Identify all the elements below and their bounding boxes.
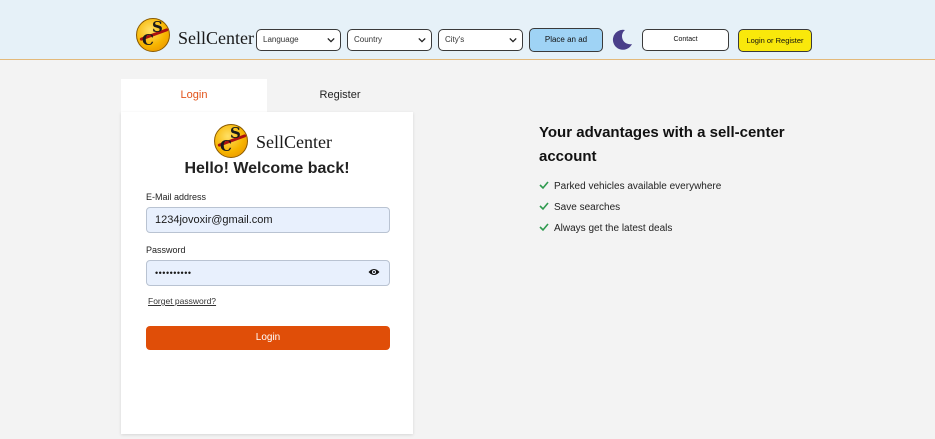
welcome-heading: Hello! Welcome back!	[184, 160, 350, 177]
check-icon	[539, 181, 549, 190]
top-header: S C SellCenter Language Country City's P…	[0, 0, 935, 60]
brand-name[interactable]: SellCenter	[178, 28, 254, 49]
moon-icon[interactable]	[610, 28, 634, 52]
form-brand-name: SellCenter	[256, 132, 332, 152]
password-label: Password	[146, 245, 186, 255]
login-submit-button[interactable]: Login	[146, 326, 390, 350]
contact-button[interactable]: Contact	[642, 29, 729, 51]
place-ad-button[interactable]: Place an ad	[529, 28, 603, 52]
country-select[interactable]: Country	[347, 29, 432, 51]
chevron-down-icon	[327, 37, 335, 43]
advantage-item: Save searches	[539, 201, 620, 215]
logo-icon[interactable]: S C	[136, 18, 170, 52]
login-register-button[interactable]: Login or Register	[738, 29, 812, 52]
advantages-title: Your advantages with a sell-center accou…	[539, 124, 785, 165]
check-icon	[539, 202, 549, 211]
form-logo-icon: S C	[214, 124, 248, 158]
chevron-down-icon	[509, 37, 517, 43]
check-icon	[539, 223, 549, 232]
email-label: E-Mail address	[146, 192, 207, 202]
password-field[interactable]: ••••••••••	[146, 260, 390, 286]
chevron-down-icon	[418, 37, 426, 43]
eye-icon[interactable]	[368, 267, 380, 277]
city-select[interactable]: City's	[438, 29, 523, 51]
tab-register[interactable]: Register	[267, 79, 413, 112]
tab-login[interactable]: Login	[121, 79, 267, 112]
language-select[interactable]: Language	[256, 29, 341, 51]
advantage-item: Parked vehicles available everywhere	[539, 180, 721, 194]
forgot-password-link[interactable]: Forget password?	[148, 296, 216, 306]
advantage-item: Always get the latest deals	[539, 222, 672, 236]
email-field[interactable]: 1234jovoxir@gmail.com	[146, 207, 390, 233]
